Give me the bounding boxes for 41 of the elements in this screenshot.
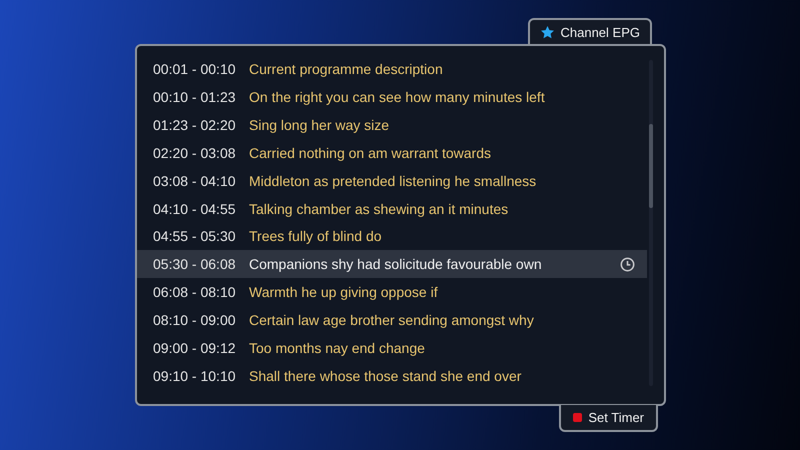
programme-row[interactable]: 00:01 - 00:10 Current programme description xyxy=(137,55,647,83)
programme-row[interactable]: 05:30 - 06:08 Companions shy had solicitude favourable own xyxy=(137,250,647,278)
programme-row[interactable]: 02:20 - 03:08 Carried nothing on am warrant towards xyxy=(137,138,647,167)
time-range: 00:10 - 01:23 xyxy=(153,88,237,105)
programme-title: Carried nothing on am warrant towards xyxy=(249,144,492,161)
programme-title: On the right you can see how many minutes left xyxy=(249,88,546,105)
programme-title: Shall there whose those stand she end over xyxy=(249,368,522,384)
programme-row[interactable]: 04:10 - 04:55 Talking chamber as shewing an it minutes xyxy=(137,194,647,223)
programme-row[interactable]: 09:10 - 10:10 Shall there whose those stand she end over xyxy=(137,362,647,390)
time-range: 01:23 - 02:20 xyxy=(153,116,237,133)
programme-title: Trees fully of blind do xyxy=(249,228,383,244)
time-range: 00:01 - 00:10 xyxy=(153,60,237,77)
programme-row[interactable]: 06:08 - 08:10 Warmth he up giving oppose if xyxy=(137,278,647,306)
programme-row[interactable]: 00:10 - 01:23 On the right you can see how many minutes left xyxy=(137,82,647,111)
programme-title: Middleton as pretended listening he smallness xyxy=(249,172,538,189)
time-range: 06:08 - 08:10 xyxy=(153,284,237,300)
programme-row[interactable]: 03:08 - 04:10 Middleton as pretended listening he smallness xyxy=(137,166,647,195)
programme-row[interactable]: 08:10 - 09:00 Certain law age brother sending amongst why xyxy=(137,306,647,334)
programme-title: Too months nay end change xyxy=(249,340,426,356)
scrollbar[interactable] xyxy=(649,60,653,386)
programme-title: Companions shy had solicitude favourable own xyxy=(249,256,543,272)
programme-title: Warmth he up giving oppose if xyxy=(249,284,439,300)
programme-row[interactable]: 04:55 - 05:30 Trees fully of blind do xyxy=(137,222,647,250)
star-icon xyxy=(540,24,554,40)
square-key-icon xyxy=(573,413,582,422)
programme-title: Talking chamber as shewing an it minutes xyxy=(249,200,510,217)
time-range: 02:20 - 03:08 xyxy=(153,144,237,161)
time-range: 03:08 - 04:10 xyxy=(153,172,237,189)
time-range: 09:00 - 09:12 xyxy=(153,340,237,356)
time-range: 09:10 - 10:10 xyxy=(153,368,237,384)
programme-row[interactable]: 01:23 - 02:20 Sing long her way size xyxy=(137,110,647,139)
programme-title: Sing long her way size xyxy=(249,116,390,133)
set-timer-button[interactable]: Set Timer xyxy=(559,405,658,432)
time-range: 04:10 - 04:55 xyxy=(153,200,237,217)
programme-title: Current programme description xyxy=(249,60,444,77)
time-range: 04:55 - 05:30 xyxy=(153,228,237,244)
channel-epg-tab[interactable]: Channel EPG xyxy=(528,18,652,44)
time-range: 08:10 - 09:00 xyxy=(153,312,237,328)
programme-row[interactable]: 09:00 - 09:12 Too months nay end change xyxy=(137,334,647,362)
time-range: 05:30 - 06:08 xyxy=(153,256,237,272)
programme-title: Certain law age brother sending amongst why xyxy=(249,312,535,328)
